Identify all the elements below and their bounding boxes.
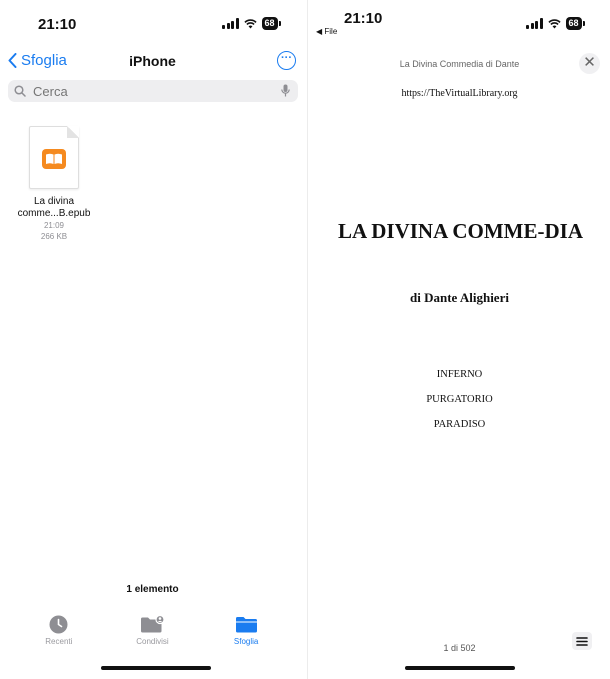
item-count: 1 elemento	[126, 584, 179, 595]
tab-sfoglia[interactable]: Sfoglia	[211, 615, 281, 646]
tab-recenti[interactable]: Recenti	[24, 615, 94, 646]
page-title: iPhone	[129, 53, 176, 69]
cellular-signal-icon	[222, 18, 239, 29]
folder-icon	[235, 617, 257, 633]
source-url: https://TheVirtualLibrary.org	[401, 88, 518, 99]
reader-screen: 21:10 ◀ File 68 La Divina Commedia di Da…	[307, 0, 610, 679]
book-part: PARADISO	[433, 419, 486, 430]
search-input[interactable]	[31, 82, 255, 100]
file-time: 21:09	[43, 221, 65, 230]
book-header-title: La Divina Commedia di Dante	[399, 59, 520, 69]
clock-icon	[49, 615, 68, 634]
books-icon	[42, 149, 66, 169]
back-triangle-icon: ◀	[316, 27, 323, 36]
book-title: LA DIVINA COMME-DIA	[337, 219, 583, 243]
battery-icon: 68	[565, 17, 585, 30]
tab-bar: Recenti Condivisi Sfoglia	[0, 615, 305, 646]
file-name-line-2: comme...B.epub	[17, 208, 91, 219]
close-button[interactable]: ✕	[579, 53, 600, 74]
file-name-line-1: La divina	[33, 196, 75, 207]
file-name: La divina comme...B.epub	[10, 196, 98, 220]
more-options-button[interactable]: ···	[277, 51, 296, 70]
book-part: PURGATORIO	[426, 394, 493, 405]
file-item[interactable]: La divina comme...B.epub 21:09 266 KB	[10, 126, 98, 242]
tab-label: Sfoglia	[233, 637, 259, 646]
files-app-screen: 21:10 68 Sfoglia iPhone ··· La divina co…	[0, 0, 305, 679]
back-to-app-button[interactable]: ◀ File	[316, 27, 337, 36]
epub-file-thumbnail	[29, 126, 79, 189]
shared-folder-icon	[140, 615, 165, 633]
status-icons: 68	[222, 17, 281, 30]
ellipsis-icon: ···	[281, 52, 292, 64]
tab-condivisi[interactable]: Condivisi	[117, 615, 187, 646]
reader-menu-button[interactable]	[571, 631, 593, 651]
battery-icon: 68	[261, 17, 281, 30]
status-icons: 68	[526, 17, 585, 30]
wifi-icon	[243, 18, 257, 28]
book-parts-list: INFERNO PURGATORIO PARADISO	[308, 369, 610, 444]
book-author: di Dante Alighieri	[410, 290, 509, 305]
book-part: INFERNO	[436, 369, 483, 380]
home-indicator[interactable]	[405, 666, 515, 670]
back-app-label: File	[324, 27, 338, 36]
microphone-icon[interactable]	[281, 84, 290, 97]
tab-label: Recenti	[45, 637, 73, 646]
status-time: 21:10	[38, 16, 77, 33]
search-icon	[14, 85, 26, 97]
page-indicator: 1 di 502	[443, 643, 476, 653]
search-bar[interactable]	[8, 80, 298, 102]
wifi-icon	[547, 18, 561, 28]
cellular-signal-icon	[526, 18, 543, 29]
tab-label: Condivisi	[136, 637, 169, 646]
close-icon: ✕	[583, 54, 596, 71]
file-size: 266 KB	[40, 232, 68, 241]
menu-icon	[572, 632, 592, 650]
home-indicator[interactable]	[101, 666, 211, 670]
status-time: 21:10	[344, 10, 383, 27]
